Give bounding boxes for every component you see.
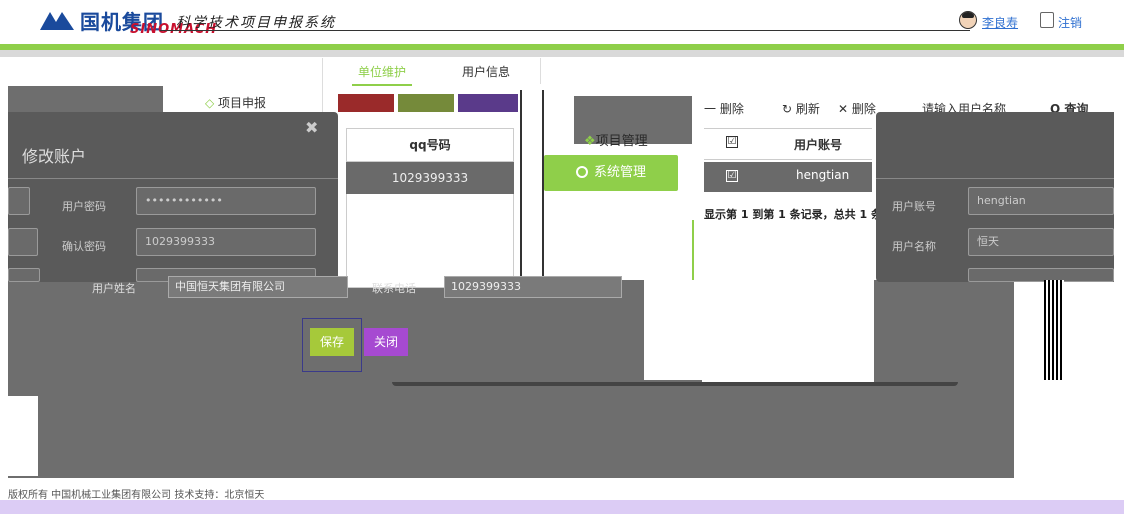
password-label: 用户密码 [62,200,106,213]
qq-column-header: qq号码 [346,128,514,162]
clipped-input[interactable] [8,228,38,256]
system-title: 科学技术项目申报系统 [176,15,336,31]
delete-button[interactable]: 一 删除 [704,100,744,117]
logout-link[interactable]: 注销 [1058,14,1082,31]
footer-text: 版权所有 中国机械工业集团有限公司 技术支持：北京恒天 [8,490,265,501]
user-account-column-header: 用户账号 [794,138,843,152]
confirm-password-label: 确认密码 [62,240,106,253]
refresh-button[interactable]: ↻ 刷新 [782,100,820,117]
panel-bottom-edge [392,382,958,386]
logo-icon [40,12,74,30]
close-button[interactable]: 关闭 [364,328,408,356]
user-name-label: 用户名称 [892,240,936,253]
scrollbar-artifact [1044,280,1064,380]
username-link[interactable]: 李良寿 [982,14,1018,31]
pagination-summary: 显示第 1 到第 1 条记录，总共 1 条 [704,208,876,221]
dialog-divider [876,178,1114,179]
user-fullname-label: 用户姓名 [92,282,136,295]
remove-button[interactable]: ✕ 删除 [838,100,876,117]
gear-icon [575,166,588,178]
modal-backdrop-center [68,280,1114,478]
phone-field[interactable]: 1029399333 [444,276,622,298]
diamond-icon: ◇ [205,96,219,110]
row-checkbox[interactable]: ☑ [726,170,738,182]
user-account-cell: hengtian [796,168,850,182]
dialog-title: 修改账户 [22,147,87,166]
menu-item-label: 项目申报 [218,96,267,110]
select-all-checkbox[interactable]: ☑ [726,136,738,148]
background-panel [644,280,872,380]
confirm-password-field[interactable]: 1029399333 [136,228,316,256]
folder-icon: ❖ [584,134,596,149]
phone-label: 联系电话 [372,282,416,295]
dialog-close-icon[interactable]: ✖ [305,118,318,137]
tab-separator [540,58,541,84]
footer-bar [0,500,1124,514]
backdrop-gap [0,396,38,476]
toolbar-button-olive[interactable] [398,94,454,112]
user-account-field[interactable]: hengtian [968,187,1114,215]
toolbar-button-purple[interactable] [458,94,518,112]
clipped-input[interactable] [8,187,30,215]
menu-item-project-apply[interactable]: ◇ 项目申报 [205,94,266,111]
user-name-field[interactable]: 恒天 [968,228,1114,256]
tab-user-info[interactable]: 用户信息 [462,63,510,80]
user-fullname-field[interactable]: 中国恒天集团有限公司 [168,276,348,298]
clipped-input[interactable] [8,268,40,282]
password-field[interactable]: •••••••••••• [136,187,316,215]
header-gray-bar [0,50,1124,57]
user-account-label: 用户账号 [892,200,936,213]
menu-item-label: 项目管理 [595,134,648,149]
logout-icon[interactable] [1040,12,1054,28]
header-divider [160,30,970,31]
tab-active-underline [352,84,412,86]
save-button[interactable]: 保存 [310,328,354,356]
third-field[interactable] [968,268,1114,282]
menu-item-project-manage[interactable]: ❖项目管理 [584,130,648,149]
table-row[interactable]: 1029399333 [346,162,514,194]
backdrop-gap-right [1014,280,1114,478]
dialog-divider [8,178,338,179]
menu-item-system-manage[interactable]: 系统管理 [544,155,678,191]
green-divider [692,220,694,280]
toolbar-button-red[interactable] [338,94,394,112]
tab-unit-maintain[interactable]: 单位维护 [358,63,406,80]
modal-edge [520,90,544,280]
menu-item-label: 系统管理 [593,165,646,180]
avatar [959,11,977,29]
